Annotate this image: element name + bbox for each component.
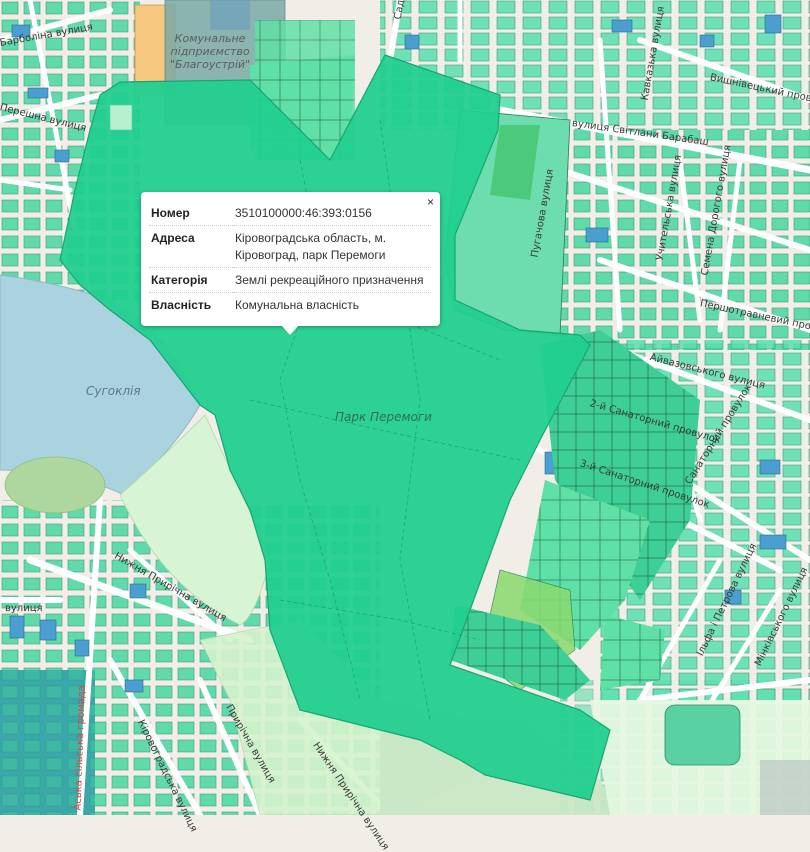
park-label: Парк Перемоги xyxy=(335,410,432,424)
field-value-number: 3510100000:46:393:0156 xyxy=(233,201,431,226)
field-value-address: Кіровоградська область, м. Кіровоград, п… xyxy=(233,225,431,268)
cadastral-map[interactable] xyxy=(0,0,810,815)
poi-label: Комунальне підприємство "Благоустрій" xyxy=(170,32,251,71)
parcel-info-popup: × Номер 3510100000:46:393:0156 Адреса Кі… xyxy=(141,192,440,335)
field-value-category: Землі рекреаційного призначення xyxy=(233,267,431,293)
field-label-ownership: Власність xyxy=(151,298,212,312)
table-row: Адреса Кіровоградська область, м. Кірово… xyxy=(149,225,431,268)
field-label-number: Номер xyxy=(149,201,233,226)
field-label-category: Категорія xyxy=(149,267,233,293)
popup-tip xyxy=(281,325,299,335)
table-row: Категорія Землі рекреаційного призначенн… xyxy=(149,267,431,293)
parcel-info-table: Номер 3510100000:46:393:0156 Адреса Кіро… xyxy=(149,201,431,317)
field-value-ownership: Комунальна власність xyxy=(235,298,360,312)
lake-label: Сугоклія xyxy=(86,384,141,398)
small-parcel xyxy=(109,104,133,131)
table-row: Номер 3510100000:46:393:0156 xyxy=(149,201,431,226)
street-label-vulytsia: вулиця xyxy=(5,603,43,614)
table-row: Власність Комунальна власність xyxy=(149,293,431,318)
field-label-address: Адреса xyxy=(149,225,233,268)
